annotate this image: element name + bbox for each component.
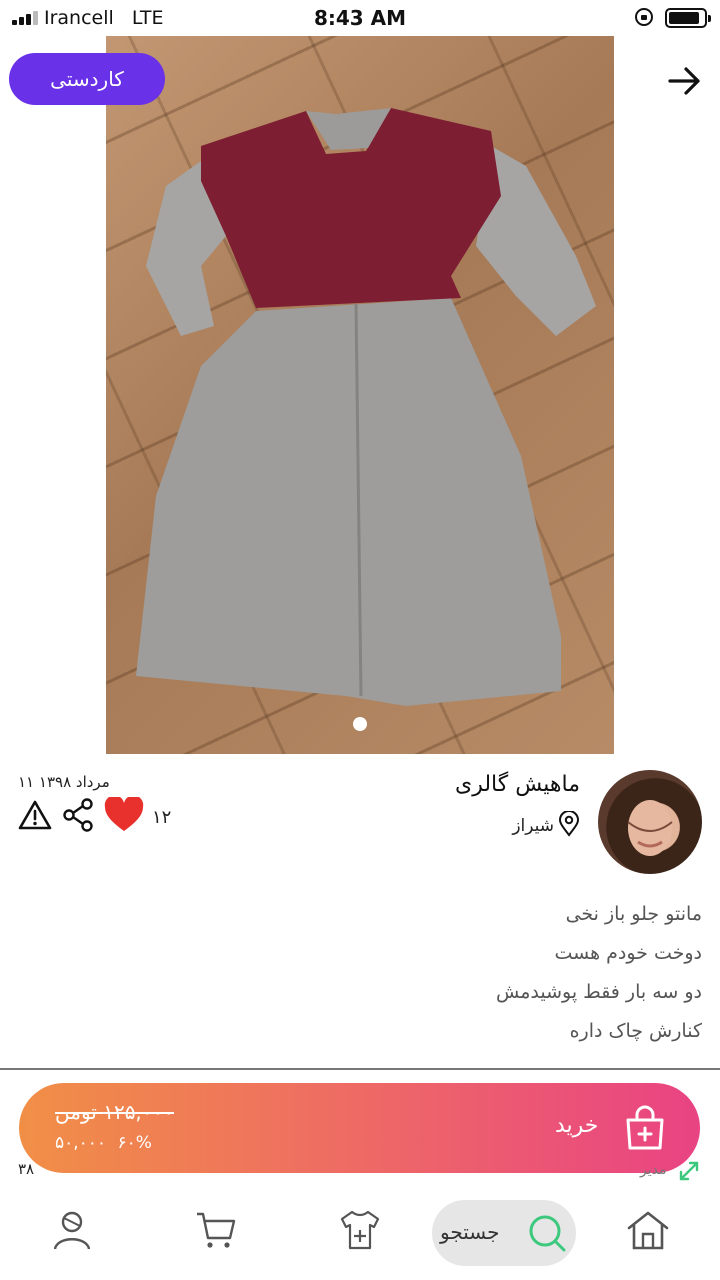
search-label[interactable]: جستجو bbox=[440, 1220, 499, 1244]
product-image[interactable] bbox=[106, 36, 614, 754]
buy-label[interactable]: خرید bbox=[555, 1113, 598, 1138]
original-price: ۱۲۵,۰۰۰ تومن bbox=[55, 1100, 175, 1124]
discounted-price: ۶۰% ۵۰,۰۰۰ bbox=[55, 1133, 152, 1153]
new-price-value: ۵۰,۰۰۰ bbox=[55, 1133, 107, 1153]
add-product-icon[interactable] bbox=[338, 1208, 382, 1252]
post-date: مرداد ۱۳۹۸ ۱۱ bbox=[18, 773, 110, 791]
rotation-lock-icon bbox=[635, 8, 653, 26]
city-label: شیراز bbox=[512, 816, 554, 836]
location-pin-icon bbox=[558, 809, 580, 842]
status-bar: Irancell LTE 8:43 AM bbox=[0, 0, 720, 36]
discount-percent: ۶۰% bbox=[117, 1133, 152, 1153]
home-icon[interactable] bbox=[626, 1208, 670, 1252]
profile-icon[interactable] bbox=[50, 1208, 94, 1252]
expand-icon[interactable] bbox=[678, 1160, 700, 1182]
description-line: مانتو جلو باز نخی bbox=[565, 903, 702, 925]
description-line: دو سه بار فقط پوشیدمش bbox=[495, 981, 702, 1003]
seller-avatar[interactable] bbox=[598, 770, 702, 874]
heart-icon[interactable] bbox=[104, 795, 144, 837]
search-icon[interactable] bbox=[524, 1212, 568, 1256]
seller-location: شیراز bbox=[512, 809, 580, 842]
description-line: کنارش چاک داره bbox=[569, 1020, 702, 1042]
divider bbox=[0, 1068, 720, 1070]
bottom-navigation: جستجو bbox=[0, 1190, 720, 1280]
description-line: دوخت خودم هست bbox=[554, 942, 702, 964]
post-actions: ۱۲ bbox=[18, 795, 172, 837]
cart-icon[interactable] bbox=[194, 1208, 238, 1252]
shopping-bag-icon[interactable] bbox=[623, 1104, 667, 1152]
partial-label: مدیر bbox=[640, 1162, 667, 1178]
category-tag[interactable]: کاردستی bbox=[9, 53, 165, 105]
share-icon[interactable] bbox=[62, 798, 94, 836]
battery-icon bbox=[665, 8, 711, 28]
count-label: ۳۸ bbox=[18, 1160, 35, 1178]
seller-name[interactable]: ماهیش گالری bbox=[455, 772, 580, 797]
back-arrow-icon[interactable] bbox=[664, 60, 706, 102]
like-count: ۱۲ bbox=[152, 806, 172, 828]
report-icon[interactable] bbox=[18, 799, 52, 835]
clock: 8:43 AM bbox=[313, 6, 407, 30]
dress-illustration bbox=[136, 108, 596, 706]
post-description: مانتو جلو باز نخی دوخت خودم هست دو سه با… bbox=[102, 895, 702, 1051]
carousel-indicator[interactable] bbox=[353, 717, 367, 731]
